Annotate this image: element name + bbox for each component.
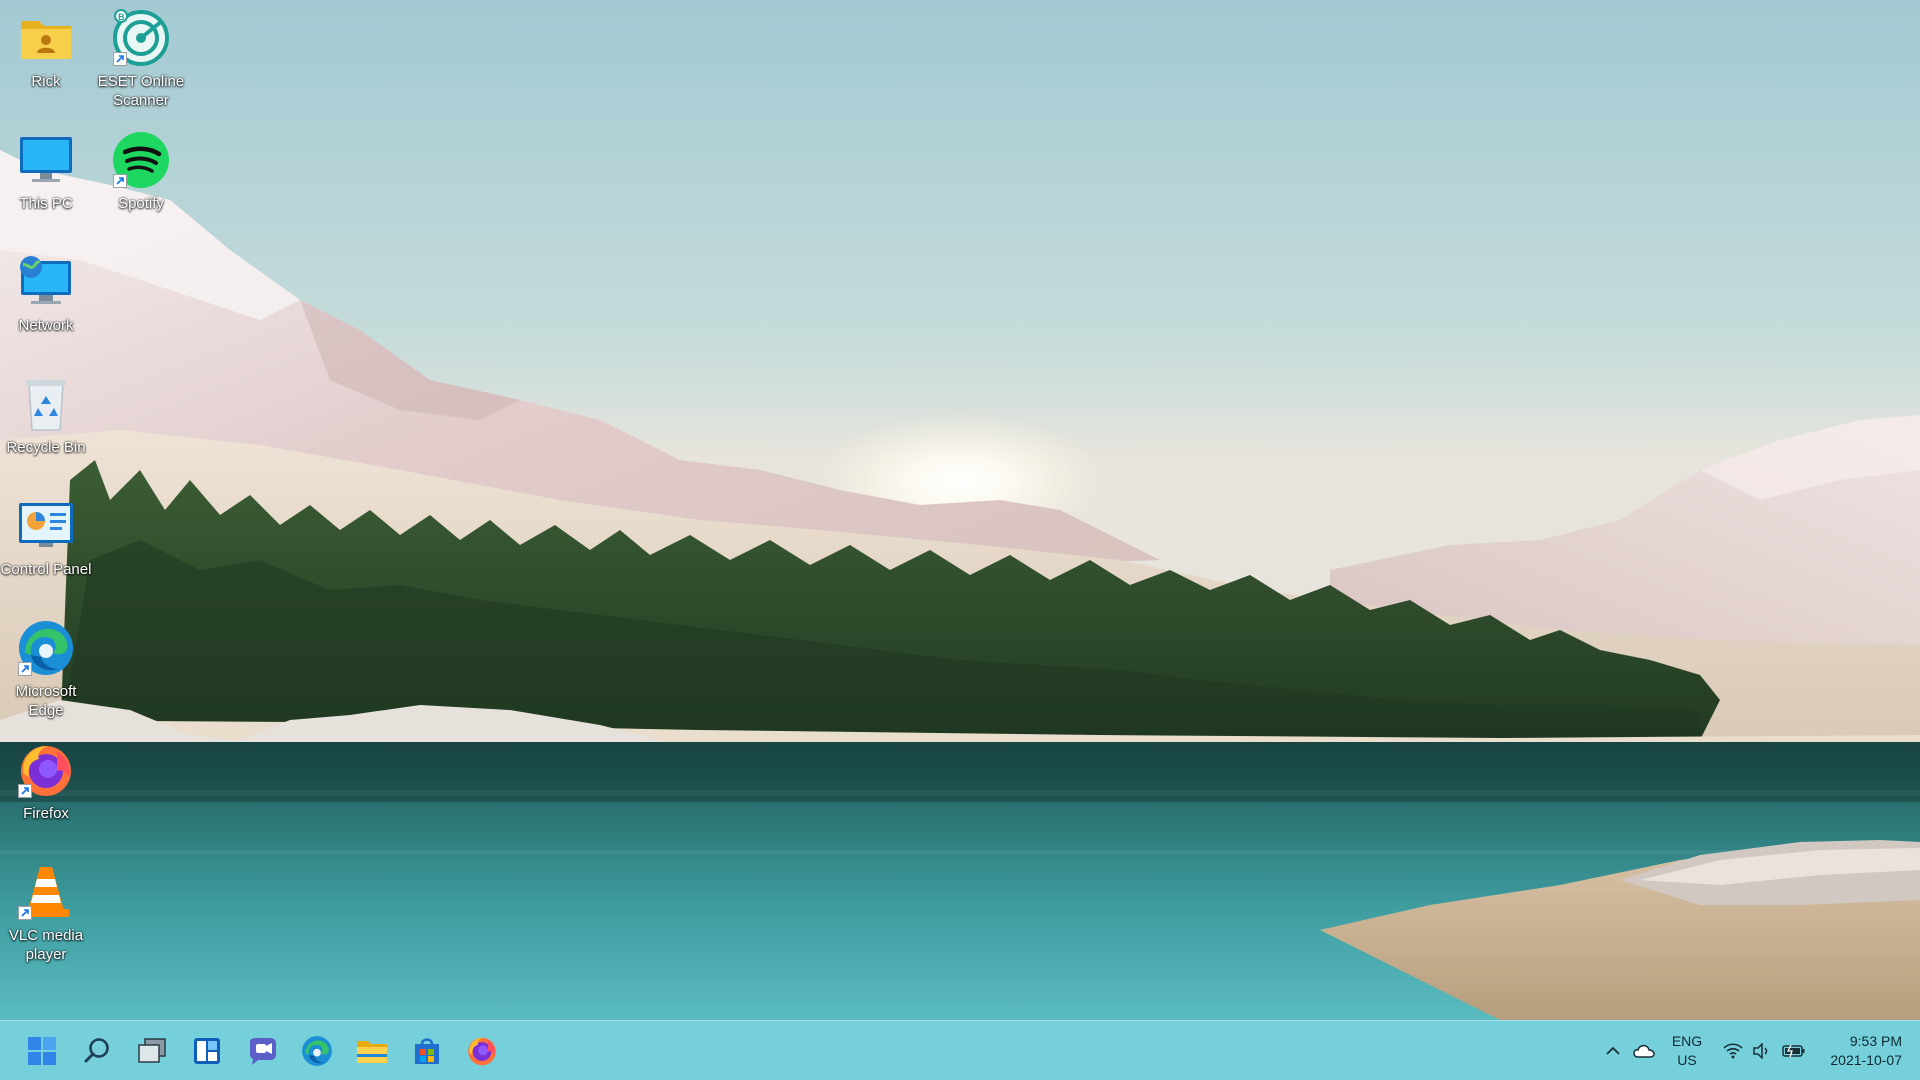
shortcut-arrow-icon [18,662,32,676]
desktop-icon-label: Microsoft Edge [15,683,77,719]
shortcut-arrow-icon [18,784,32,798]
teams-chat-button[interactable] [242,1031,282,1071]
control-panel-icon [16,496,76,556]
shortcut-arrow-icon [113,52,127,66]
clock-date: 2021-10-07 [1830,1052,1902,1068]
show-hidden-icons-button[interactable] [1600,1021,1626,1080]
edge-taskbar-button[interactable] [297,1031,337,1071]
desktop-icon-vlc-media-player[interactable]: VLC media player [0,862,92,964]
firefox-icon [16,740,76,800]
search-button[interactable] [77,1031,117,1071]
language-indicator[interactable]: ENG US [1665,1021,1709,1080]
desktop-icon-microsoft-edge[interactable]: Microsoft Edge [0,618,92,720]
vlc-icon [16,862,76,922]
start-button[interactable] [22,1031,62,1071]
desktop-icon-recycle-bin[interactable]: Recycle Bin [0,374,92,457]
teams-chat-icon [250,1038,276,1065]
onedrive-button[interactable] [1630,1021,1658,1080]
desktop-icon-label: Control Panel [0,561,92,578]
battery-icon [1782,1044,1805,1058]
wallpaper-landscape [0,0,1920,1080]
task-view-icon [138,1038,166,1063]
desktop-icon-label: Rick [31,73,61,90]
monitor-icon [16,130,76,190]
windows-logo-icon [28,1037,56,1065]
volume-button[interactable] [1748,1021,1774,1080]
language-label: ENG [1671,1033,1703,1049]
desktop-icon-network[interactable]: Network [0,252,92,335]
firefox-icon [468,1037,496,1066]
desktop-icon-label: This PC [19,195,73,212]
task-view-button[interactable] [132,1031,172,1071]
desktop-icon-firefox[interactable]: Firefox [0,740,92,823]
edge-icon [16,618,76,678]
shortcut-arrow-icon [18,906,32,920]
user-folder-icon [16,8,76,68]
network-status-button[interactable] [1718,1021,1748,1080]
desktop-icon-label: VLC media player [8,927,84,963]
chevron-up-icon [1606,1046,1620,1055]
battery-button[interactable] [1778,1021,1810,1080]
file-explorer-button[interactable] [352,1031,392,1071]
folder-icon [357,1041,387,1063]
desktop-icon-label: Recycle Bin [6,439,86,456]
cloud-icon [1633,1044,1655,1058]
store-icon [415,1038,439,1064]
widgets-button[interactable] [187,1031,227,1071]
spotify-icon [111,130,171,190]
shortcut-arrow-icon [113,174,127,188]
desktop-icon-eset-online-scanner[interactable]: B ESET Online Scanner [95,8,187,110]
desktop[interactable]: Rick B ESET Online Scanner This PC Spoti… [0,0,1920,1080]
speaker-icon [1753,1043,1768,1059]
region-label: US [1677,1052,1697,1068]
search-icon [84,1038,109,1063]
edge-icon [302,1036,332,1066]
widgets-icon [194,1038,220,1064]
svg-text:B: B [118,12,125,22]
desktop-icon-label: Firefox [23,805,69,822]
desktop-icon-label: Network [18,317,74,334]
eset-scanner-icon: B [111,8,171,68]
desktop-icon-this-pc[interactable]: This PC [0,130,92,213]
desktop-icon-label: ESET Online Scanner [97,73,185,109]
desktop-icon-rick[interactable]: Rick [0,8,92,91]
firefox-taskbar-button[interactable] [462,1031,502,1071]
recycle-bin-icon [16,374,76,434]
taskbar: ENG US 9:53 PM 2021-10-07 [0,1020,1920,1080]
desktop-icon-label: Spotify [118,195,164,212]
wifi-icon [1723,1043,1743,1059]
network-icon [16,252,76,312]
clock-button[interactable]: 9:53 PM 2021-10-07 [1812,1021,1902,1080]
desktop-icon-control-panel[interactable]: Control Panel [0,496,92,579]
microsoft-store-button[interactable] [407,1031,447,1071]
desktop-icon-spotify[interactable]: Spotify [95,130,187,213]
clock-time: 9:53 PM [1849,1033,1902,1049]
